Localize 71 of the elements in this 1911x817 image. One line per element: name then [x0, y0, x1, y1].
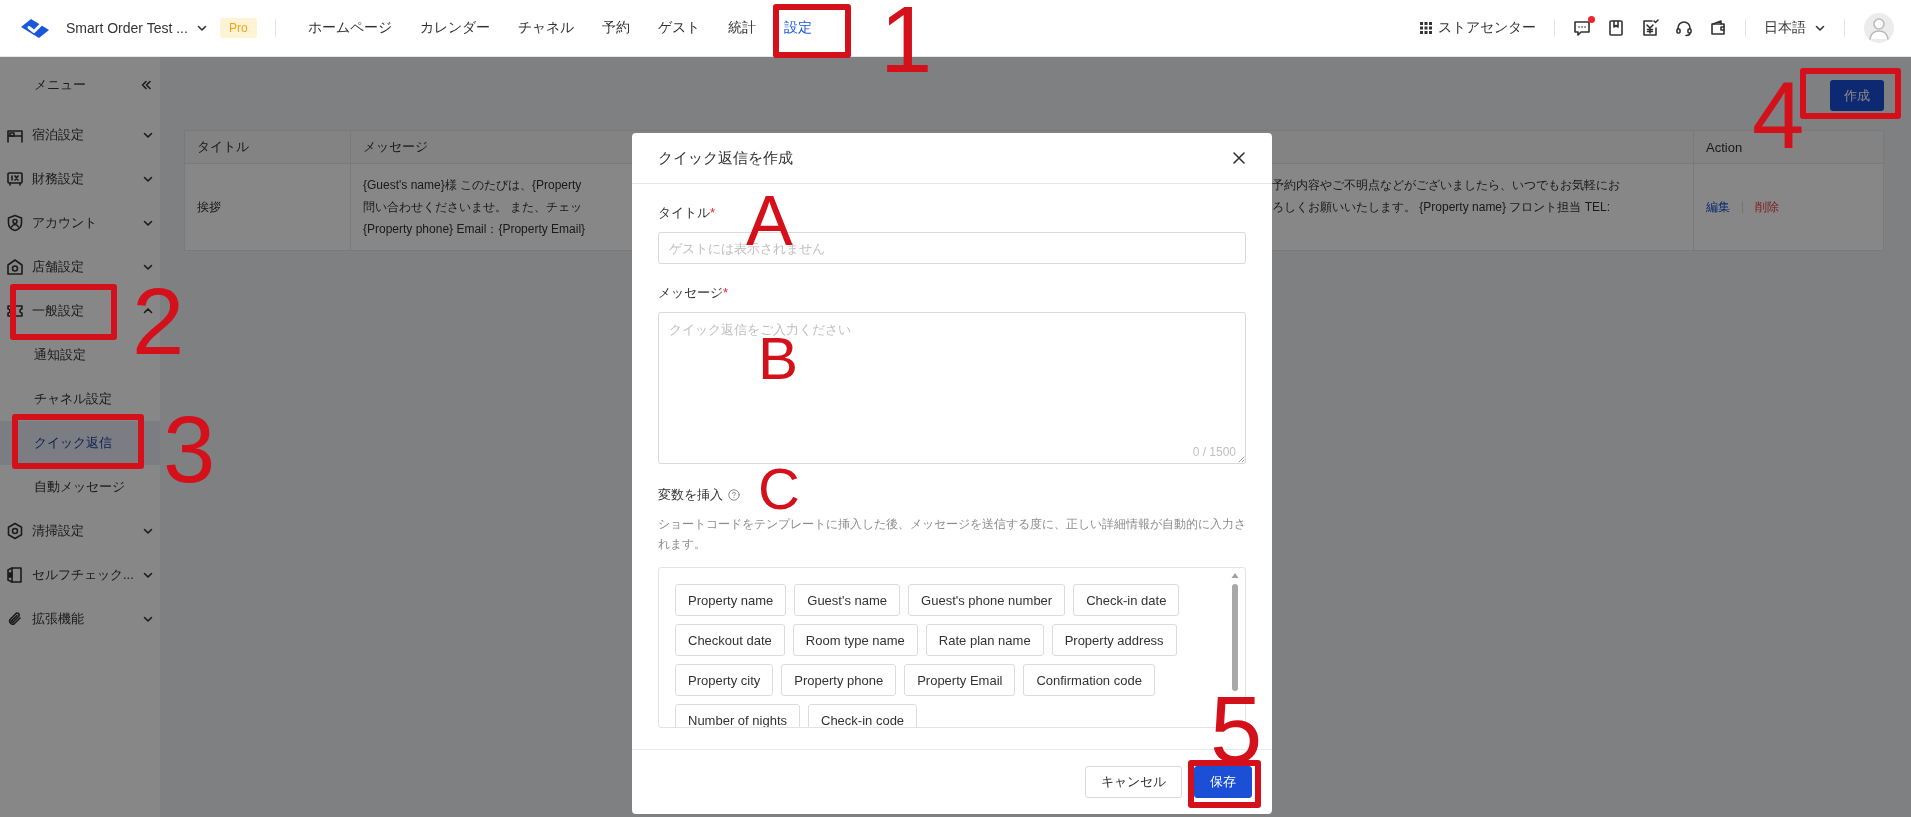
grid-icon [1420, 22, 1432, 34]
door-icon [6, 566, 24, 584]
close-icon[interactable] [1232, 151, 1246, 165]
sidebar-item[interactable]: 宿泊設定 [0, 113, 160, 157]
submenu-item[interactable]: 自動メッセージ [0, 465, 160, 509]
step-marker: B [758, 337, 799, 381]
step-marker: C [758, 468, 800, 510]
table-cell: 挨拶 [184, 163, 351, 251]
language-selector[interactable]: 日本語 [1764, 19, 1826, 37]
save-button[interactable]: 保存 [1194, 766, 1252, 798]
step-marker: 2 [132, 288, 185, 356]
variable-tag[interactable]: Number of nights [675, 704, 800, 727]
variable-tag[interactable]: Confirmation code [1023, 664, 1155, 696]
nav-tab[interactable]: 設定 [769, 19, 826, 37]
house-icon [6, 258, 24, 276]
step-marker: 5 [1210, 696, 1263, 764]
bookmark-icon[interactable] [1607, 19, 1625, 37]
scrollbar[interactable] [1231, 572, 1239, 692]
variable-tag[interactable]: Checkout date [675, 624, 785, 656]
column-header: タイトル [184, 130, 351, 164]
property-switcher[interactable]: Smart Order Test ... [66, 20, 208, 36]
field-label: タイトル* [658, 204, 717, 222]
headset-icon[interactable] [1675, 19, 1693, 37]
store-center-link[interactable]: ストアセンター [1420, 19, 1536, 37]
variable-tag[interactable]: Property name [675, 584, 787, 616]
sidebar-item[interactable]: 財務設定 [0, 157, 160, 201]
variable-tag[interactable]: Room type name [792, 624, 918, 656]
hexagon-icon [6, 522, 24, 540]
menu-title: メニュー [34, 76, 86, 94]
variable-tag[interactable]: Check-in date [1073, 584, 1180, 616]
nav-tab[interactable]: ゲスト [643, 19, 714, 37]
variable-tag[interactable]: Guest's phone number [908, 584, 1066, 616]
paperclip-icon [6, 610, 24, 628]
variable-tag[interactable]: Property city [675, 664, 774, 696]
nav-tab[interactable]: 予約 [587, 19, 644, 37]
nav-tab[interactable]: 統計 [713, 19, 770, 37]
nav-tab[interactable]: ホームページ [293, 19, 406, 37]
cancel-button[interactable]: キャンセル [1085, 766, 1182, 798]
banknote-icon [6, 170, 24, 188]
chat-icon[interactable] [1573, 19, 1591, 37]
nav-tab[interactable]: チャネル [503, 19, 588, 37]
variable-tag[interactable]: Check-in code [808, 704, 918, 727]
sidebar-item[interactable]: アカウント [0, 201, 160, 245]
resize-grip-icon[interactable] [1238, 456, 1245, 463]
submenu-item[interactable]: チャネル設定 [0, 377, 160, 421]
logo-icon[interactable] [20, 17, 50, 39]
section-label: 変数を挿入 [658, 486, 723, 504]
wallet-icon[interactable] [1709, 19, 1727, 37]
variable-tag[interactable]: Property address [1051, 624, 1177, 656]
sidebar-item[interactable]: 拡張機能 [0, 597, 160, 641]
plan-badge: Pro [219, 18, 257, 38]
variable-tag[interactable]: Property phone [781, 664, 897, 696]
character-count: 0 / 1500 [1192, 445, 1236, 459]
variable-tag[interactable]: Guest's name [794, 584, 901, 616]
create-button[interactable]: 作成 [1830, 80, 1884, 111]
shield-user-icon [6, 214, 24, 232]
step-marker: 3 [163, 416, 216, 484]
sidebar-item[interactable]: 店舗設定 [0, 245, 160, 289]
help-icon[interactable] [728, 489, 740, 501]
yen-receipt-icon[interactable] [1641, 19, 1659, 37]
field-label: メッセージ* [658, 284, 730, 302]
ticket-icon [6, 302, 24, 320]
sidebar-item[interactable]: 清掃設定 [0, 509, 160, 553]
nav-tab[interactable]: カレンダー [405, 19, 504, 37]
variable-tag[interactable]: Property Email [904, 664, 1016, 696]
collapse-icon[interactable] [140, 79, 152, 91]
help-text: ショートコードをテンプレートに挿入した後、メッセージを送信する度に、正しい詳細情報が自動的に入力されます。 [658, 516, 1246, 553]
edit-link[interactable]: 編集 [1706, 196, 1730, 218]
step-marker: 1 [880, 6, 933, 74]
variable-tag[interactable]: Rate plan name [925, 624, 1044, 656]
sidebar-item[interactable]: セルフチェック... [0, 553, 160, 597]
